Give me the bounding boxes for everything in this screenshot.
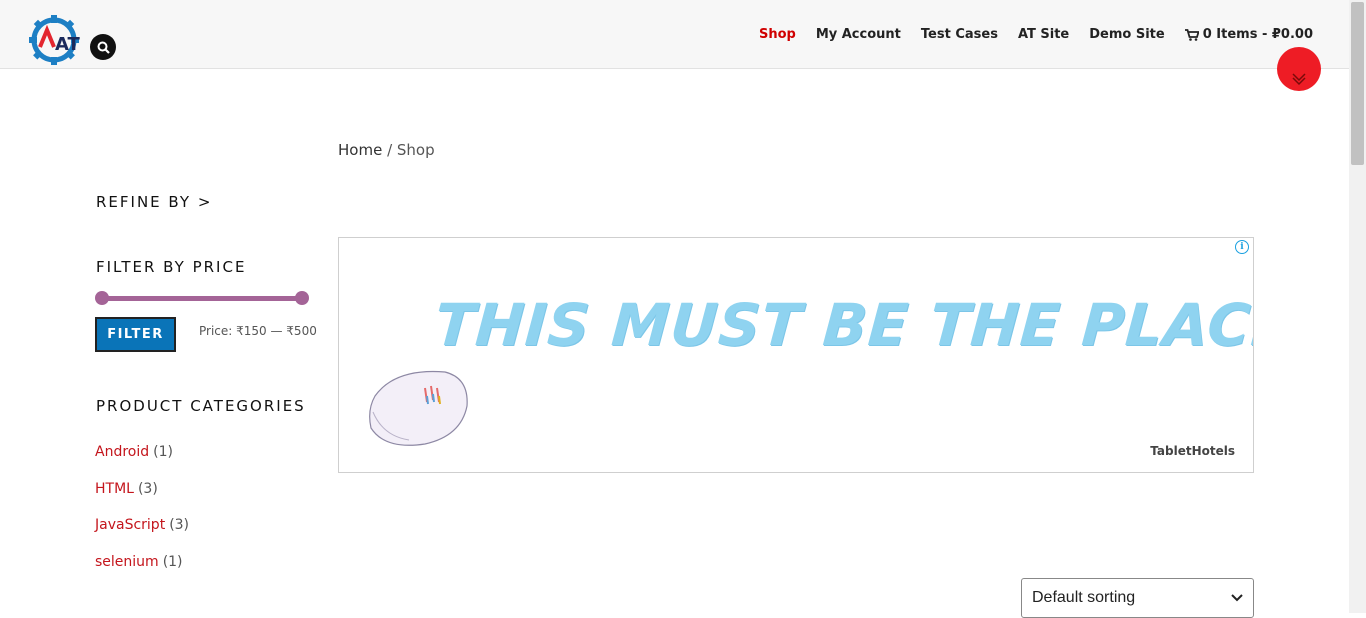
- category-link-javascript[interactable]: JavaScript: [95, 517, 165, 533]
- category-count: (3): [169, 517, 190, 533]
- nav-at-site[interactable]: AT Site: [1018, 27, 1069, 42]
- site-header: AT Shop My Account Test Cases AT Site De…: [0, 0, 1349, 69]
- category-link-html[interactable]: HTML: [95, 481, 134, 497]
- nav-test-cases[interactable]: Test Cases: [921, 27, 998, 42]
- breadcrumb-separator: /: [382, 141, 397, 159]
- category-link-selenium[interactable]: selenium: [95, 554, 159, 570]
- price-slider-min-handle[interactable]: [95, 291, 109, 305]
- cart-icon: [1184, 28, 1199, 41]
- scroll-down-button[interactable]: [1277, 47, 1321, 91]
- category-count: (1): [162, 554, 183, 570]
- price-range-label: Price: ₹150 — ₹500: [199, 324, 317, 338]
- category-link-android[interactable]: Android: [95, 444, 149, 460]
- sorting-select[interactable]: Default sorting: [1021, 578, 1254, 618]
- ad-headline: THIS MUST BE THE PLACE: [432, 291, 1254, 359]
- search-icon: [97, 41, 110, 54]
- nav-shop[interactable]: Shop: [759, 27, 796, 42]
- chevron-down-icon: [1231, 594, 1243, 602]
- category-item: Android (1): [95, 444, 173, 460]
- sorting-selected-value: Default sorting: [1032, 589, 1136, 606]
- breadcrumb-home[interactable]: Home: [338, 141, 382, 159]
- breadcrumb: Home / Shop: [338, 141, 435, 159]
- pillow-image: [369, 370, 468, 446]
- filter-by-price-title: FILTER BY PRICE: [96, 258, 247, 276]
- refine-by-title[interactable]: REFINE BY >: [96, 193, 212, 211]
- cart-link[interactable]: 0 Items - ₽0.00: [1184, 27, 1313, 42]
- chevron-down-icon: [1292, 73, 1306, 86]
- advertisement-banner[interactable]: i THIS MUST BE THE PLACE TabletHotels: [338, 237, 1254, 473]
- cart-summary: 0 Items - ₽0.00: [1202, 27, 1313, 42]
- category-item: selenium (1): [95, 554, 183, 570]
- price-slider-max-handle[interactable]: [295, 291, 309, 305]
- breadcrumb-current: Shop: [396, 141, 435, 159]
- filter-button[interactable]: FILTER: [95, 317, 176, 352]
- category-count: (1): [153, 444, 173, 460]
- search-button[interactable]: [90, 34, 116, 60]
- ad-info-icon[interactable]: i: [1235, 240, 1249, 254]
- site-logo[interactable]: AT: [28, 14, 81, 66]
- category-count: (3): [137, 481, 158, 497]
- price-slider-track[interactable]: [101, 296, 302, 301]
- scrollbar-thumb[interactable]: [1351, 2, 1364, 165]
- product-categories-title: PRODUCT CATEGORIES: [96, 397, 306, 415]
- nav-my-account[interactable]: My Account: [816, 27, 901, 42]
- category-item: HTML (3): [95, 481, 158, 497]
- main-nav: Shop My Account Test Cases AT Site Demo …: [739, 27, 1313, 42]
- ad-brand: TabletHotels: [1150, 444, 1235, 458]
- logo-text: AT: [55, 34, 80, 55]
- category-item: JavaScript (3): [95, 517, 189, 533]
- nav-demo-site[interactable]: Demo Site: [1089, 27, 1164, 42]
